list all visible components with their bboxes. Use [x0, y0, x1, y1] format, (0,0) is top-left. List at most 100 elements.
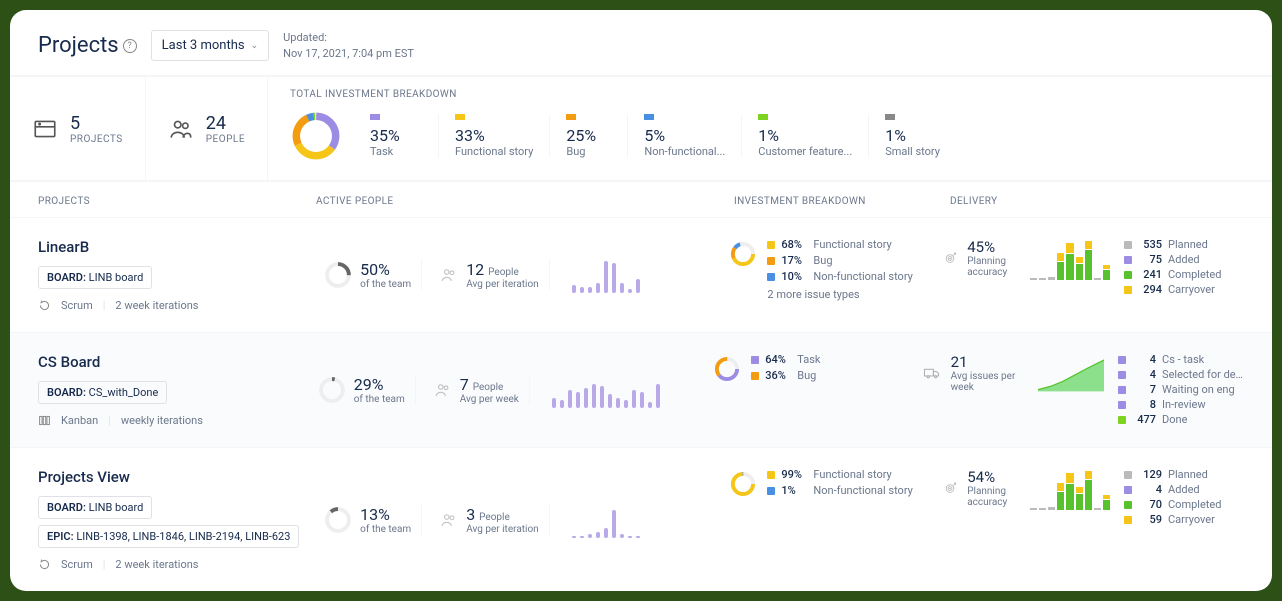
investment-chip — [644, 114, 654, 120]
invest-col: 68%Functional story17%Bug10%Non-function… — [729, 238, 944, 312]
target-icon — [944, 477, 957, 499]
delivery-stat: 70Completed — [1124, 498, 1244, 511]
people-icon — [440, 511, 458, 529]
investment-chip — [758, 114, 768, 120]
delivery-bar-chart — [1030, 238, 1110, 280]
delivery-col: 54%Planning accuracy 129Planned4Added70C… — [944, 468, 1244, 571]
delivery-stat: 4Added — [1124, 483, 1244, 496]
delivery-stat: 535Planned — [1124, 238, 1244, 251]
project-row[interactable]: Projects View BOARD: LINB board EPIC: LI… — [10, 447, 1272, 591]
invest-line: 10%Non-functional story — [767, 270, 912, 283]
delivery-stat: 477Done — [1118, 413, 1244, 426]
method-label: Kanban — [61, 414, 98, 427]
people-sparkline — [538, 372, 660, 408]
delivery-stat: 75Added — [1124, 253, 1244, 266]
active-people-col: 29%of the team 7 PeopleAvg per week — [308, 353, 714, 427]
invest-line: 64%Task — [751, 353, 820, 366]
invest-more[interactable]: 2 more issue types — [767, 288, 912, 301]
page-title: Projects ? — [38, 33, 137, 58]
project-name[interactable]: CS Board — [38, 353, 308, 371]
team-pct-metric: 13%of the team — [314, 505, 422, 535]
project-row[interactable]: CS Board BOARD: CS_with_Done Kanban | we… — [10, 332, 1272, 447]
projects-icon — [32, 116, 58, 142]
people-sparkline — [558, 257, 640, 293]
column-headers: PROJECTS ACTIVE PEOPLE INVESTMENT BREAKD… — [10, 182, 1272, 217]
investment-item: 25% Bug — [549, 114, 627, 159]
method-icon — [38, 414, 51, 427]
title-text: Projects — [38, 33, 119, 58]
delivery-stats: 129Planned4Added70Completed59Carryover — [1124, 468, 1244, 526]
project-name[interactable]: Projects View — [38, 468, 314, 486]
invest-col: 99%Functional story 1%Non-functional stor… — [729, 468, 944, 571]
project-rows: LinearB BOARD: LINB board Scrum | 2 week… — [10, 217, 1272, 591]
people-icon — [168, 116, 194, 142]
delivery-stat: 241Completed — [1124, 268, 1244, 281]
invest-line: 36%Bug — [751, 369, 820, 382]
project-meta: Scrum | 2 week iterations — [38, 558, 314, 571]
investment-chip — [885, 114, 895, 120]
board-badge[interactable]: BOARD: LINB board — [38, 266, 152, 289]
delivery-stats: 4Cs - task 4Selected for develop... 7Waiti… — [1118, 353, 1244, 426]
epic-badge[interactable]: EPIC: LINB-1398, LINB-1846, LINB-2194, L… — [38, 525, 299, 548]
investment-label: Functional story — [455, 145, 533, 159]
delivery-stat: 4Cs - task — [1118, 353, 1244, 366]
investment-pct: 1% — [758, 126, 852, 145]
investment-items: 35% Task 33% Functional story 25% Bug 5%… — [360, 114, 956, 159]
delivery-stat: 4Selected for develop... — [1118, 368, 1244, 381]
people-metric: 12 PeopleAvg per iteration — [430, 260, 550, 290]
gauge-icon — [318, 376, 346, 404]
project-col: CS Board BOARD: CS_with_Done Kanban | we… — [38, 353, 308, 427]
project-col: Projects View BOARD: LINB board EPIC: LI… — [38, 468, 314, 571]
investment-pct: 33% — [455, 126, 533, 145]
invest-donut-icon — [729, 470, 757, 498]
project-row[interactable]: LinearB BOARD: LINB board Scrum | 2 week… — [10, 217, 1272, 332]
updated-text: Updated: Nov 17, 2021, 7:04 pm EST — [283, 30, 414, 61]
header: Projects ? Last 3 months ⌄ Updated: Nov … — [10, 10, 1272, 75]
date-range-dropdown[interactable]: Last 3 months ⌄ — [151, 30, 269, 61]
investment-pct: 1% — [885, 126, 940, 145]
people-icon — [434, 381, 452, 399]
delivery-stat: 129Planned — [1124, 468, 1244, 481]
help-icon[interactable]: ? — [123, 39, 137, 53]
investment-item: 35% Task — [360, 114, 438, 159]
investment-item: 33% Functional story — [438, 114, 549, 159]
investment-pct: 5% — [644, 126, 725, 145]
method-icon — [38, 299, 51, 312]
gauge-icon — [324, 506, 352, 534]
delivery-main-metric: 21Avg issues per week — [923, 353, 1024, 393]
delivery-col: 21Avg issues per week 4Cs - task 4Selecte… — [923, 353, 1244, 427]
truck-icon — [923, 362, 941, 384]
people-sparkline — [558, 502, 640, 538]
invest-line: 1%Non-functional story — [767, 484, 912, 497]
investment-pct: 25% — [566, 126, 611, 145]
people-metric: 3 PeopleAvg per iteration — [430, 505, 550, 535]
method-icon — [38, 558, 51, 571]
invest-col: 64%Task 36%Bug — [713, 353, 923, 427]
investment-pct: 35% — [370, 126, 422, 145]
investment-chip — [455, 114, 465, 120]
board-badge[interactable]: BOARD: CS_with_Done — [38, 381, 167, 404]
project-name[interactable]: LinearB — [38, 238, 314, 256]
iteration-label: 2 week iterations — [115, 299, 198, 312]
team-pct-metric: 29%of the team — [308, 375, 416, 405]
delivery-stat: 7Waiting on eng — [1118, 383, 1244, 396]
invest-line: 99%Functional story — [767, 468, 912, 481]
delivery-area-chart — [1038, 353, 1104, 395]
investment-donut — [290, 110, 342, 162]
investment-label: Bug — [566, 145, 611, 159]
team-pct-metric: 50%of the team — [314, 260, 422, 290]
investment-label: Small story — [885, 145, 940, 159]
investment-item: 1% Customer feature... — [741, 114, 868, 159]
people-stat: 24 PEOPLE — [146, 77, 268, 180]
delivery-stat: 294Carryover — [1124, 283, 1244, 296]
delivery-col: 45%Planning accuracy 535Planned75Added24… — [944, 238, 1244, 312]
invest-donut-icon — [729, 240, 757, 268]
investment-label: Non-functional... — [644, 145, 725, 159]
people-icon — [440, 266, 458, 284]
board-badge[interactable]: BOARD: LINB board — [38, 496, 152, 519]
invest-line: 17%Bug — [767, 254, 912, 267]
project-meta: Scrum | 2 week iterations — [38, 299, 314, 312]
gauge-icon — [324, 261, 352, 289]
target-icon — [944, 247, 957, 269]
active-people-col: 50%of the team 12 PeopleAvg per iteratio… — [314, 238, 729, 312]
